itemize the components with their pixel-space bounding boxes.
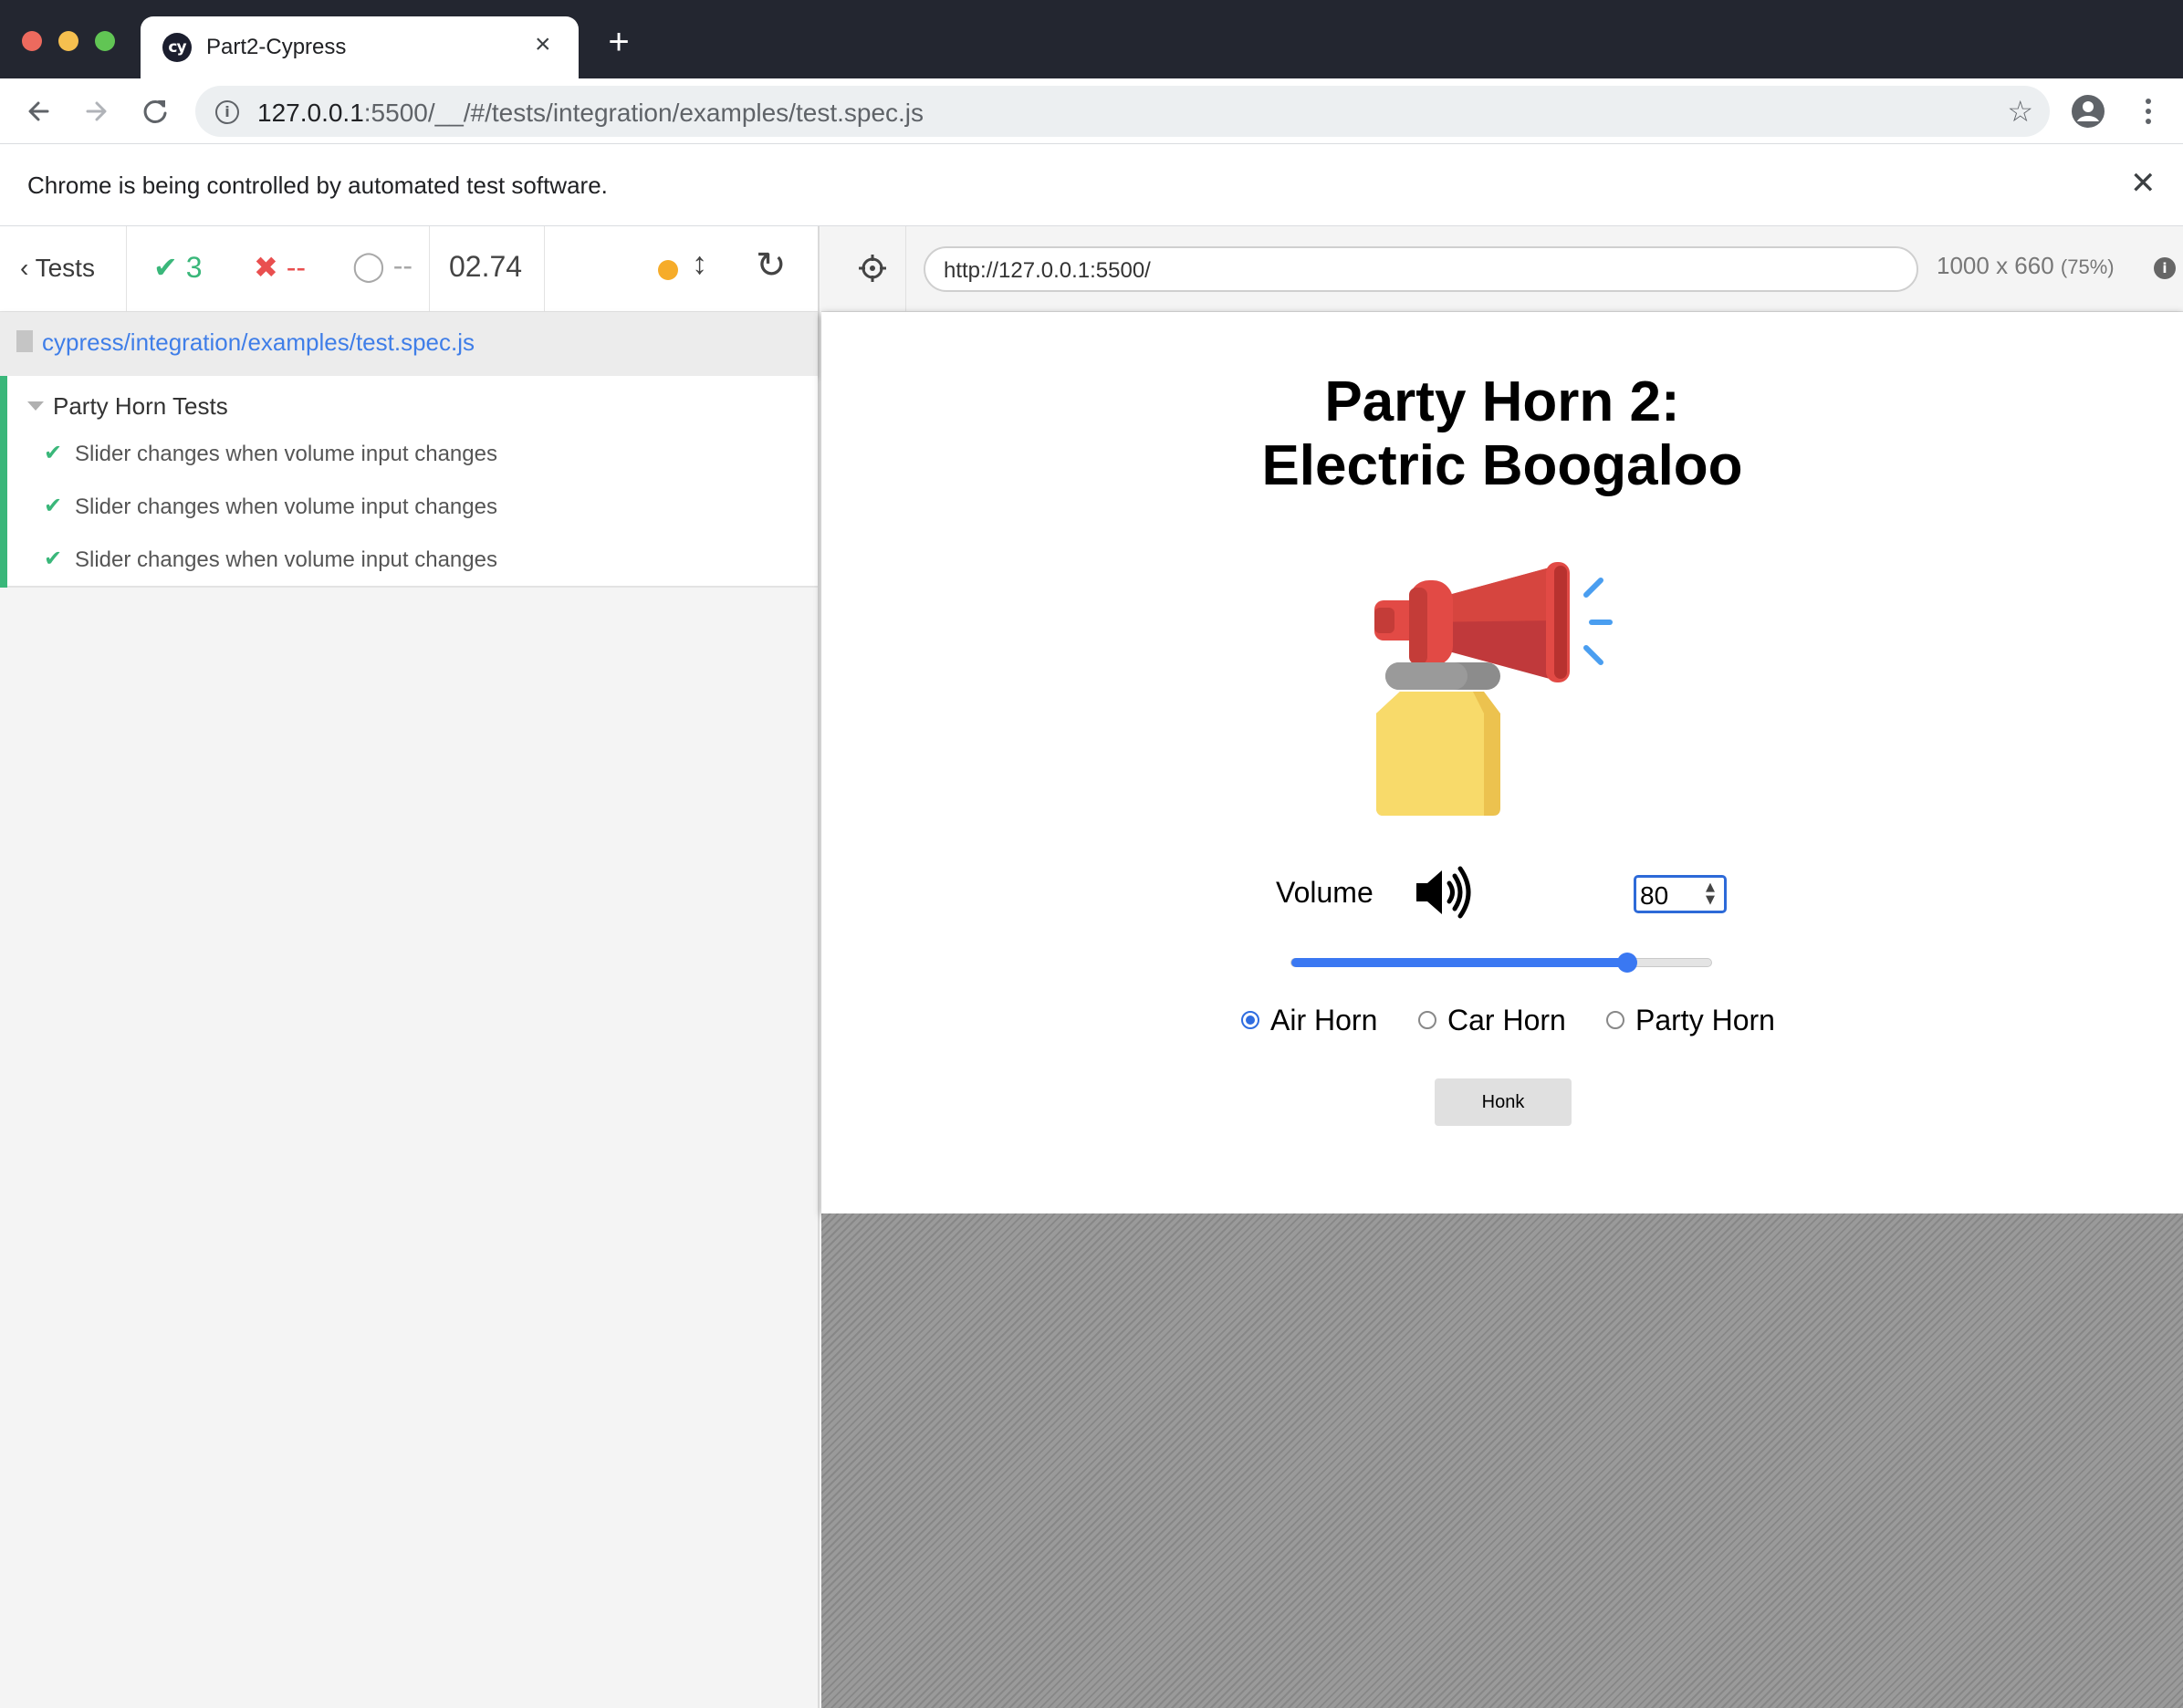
header-divider <box>544 226 545 312</box>
failed-count: ✖ -- <box>254 250 306 285</box>
aut-url-field[interactable]: http://127.0.0.1:5500/ <box>924 246 1918 292</box>
crosshair-icon[interactable] <box>858 254 887 283</box>
volume-label: Volume <box>1276 876 1374 909</box>
auto-scroll-toggle-icon[interactable]: ↕ <box>692 246 707 282</box>
stepper-arrows-icon[interactable]: ▲ ▼ <box>1706 881 1715 907</box>
star-icon[interactable]: ☆ <box>2007 97 2033 126</box>
test-title: Slider changes when volume input changes <box>75 495 497 519</box>
arrow-left-icon[interactable] <box>20 93 57 130</box>
cypress-favicon-icon: cy <box>162 33 192 62</box>
header-divider <box>126 226 127 312</box>
arrow-right-icon[interactable] <box>78 93 115 130</box>
header-divider <box>429 226 430 312</box>
info-icon[interactable]: i <box>2154 257 2176 279</box>
runner-header: ‹ Tests ✔ 3 ✖ -- ◯ -- 02.74 ↕ ↻ <box>0 226 818 312</box>
spec-file-bar: cypress/integration/examples/test.spec.j… <box>0 312 818 376</box>
check-icon: ✔ <box>153 251 186 284</box>
test-row[interactable]: ✔ Slider changes when volume input chang… <box>0 429 818 480</box>
tab-title: Part2-Cypress <box>206 35 347 59</box>
infobar-message: Chrome is being controlled by automated … <box>27 172 608 199</box>
url-path: :5500/__/#/tests/integration/examples/te… <box>363 99 924 127</box>
screen: cy Part2-Cypress × + i 127.0.0.1:5500/__… <box>0 0 2183 1708</box>
volume-number-input[interactable]: 80 ▲ ▼ <box>1634 875 1727 913</box>
aut-header: http://127.0.0.1:5500/ 1000 x 660 (75%) … <box>821 226 2183 312</box>
test-title: Slider changes when volume input changes <box>75 547 497 572</box>
close-window-button[interactable] <box>22 31 42 51</box>
radio-circle-icon[interactable] <box>1606 1011 1624 1029</box>
address-url: 127.0.0.1:5500/__/#/tests/integration/ex… <box>257 99 924 128</box>
passed-count-value: 3 <box>185 251 203 284</box>
volume-slider-thumb[interactable] <box>1617 953 1637 973</box>
check-icon: ✔ <box>44 441 63 465</box>
viewport-size: 1000 x 660 (75%) <box>1937 252 2115 280</box>
page-title-line-1: Party Horn 2: <box>1324 370 1680 433</box>
browser-toolbar: i 127.0.0.1:5500/__/#/tests/integration/… <box>0 78 2183 144</box>
aut-url-text: http://127.0.0.1:5500/ <box>944 258 1151 283</box>
test-title: Slider changes when volume input changes <box>75 442 497 466</box>
pending-circle-icon: ◯ <box>352 249 393 282</box>
honk-button[interactable]: Honk <box>1435 1078 1572 1126</box>
check-icon: ✔ <box>44 547 63 571</box>
status-dot-icon <box>658 260 678 280</box>
kebab-menu-icon[interactable] <box>2130 93 2167 130</box>
pending-count-value: -- <box>392 249 413 282</box>
close-icon[interactable]: ✕ <box>2130 168 2157 199</box>
chevron-left-icon: ‹ <box>20 254 36 282</box>
cypress-runner-panel: ‹ Tests ✔ 3 ✖ -- ◯ -- 02.74 ↕ ↻ cypress/… <box>0 226 820 1708</box>
browser-tab[interactable]: cy Part2-Cypress × <box>141 16 579 78</box>
suite-title[interactable]: Party Horn Tests <box>53 392 228 421</box>
header-divider <box>905 226 906 312</box>
maximize-window-button[interactable] <box>95 31 115 51</box>
volume-slider-fill <box>1291 958 1627 967</box>
test-row[interactable]: ✔ Slider changes when volume input chang… <box>0 482 818 533</box>
address-bar[interactable]: i 127.0.0.1:5500/__/#/tests/integration/… <box>195 86 2050 137</box>
air-horn-icon <box>1374 562 1613 816</box>
aut-background <box>821 1213 2183 1708</box>
file-icon <box>16 330 33 352</box>
pending-count: ◯ -- <box>352 248 413 283</box>
tests-back-label: Tests <box>35 254 95 282</box>
tests-back-button[interactable]: ‹ Tests <box>20 254 95 283</box>
viewport-scale: (75%) <box>2060 255 2115 278</box>
run-duration: 02.74 <box>449 250 523 283</box>
failed-count-value: -- <box>286 251 307 284</box>
viewport-size-value: 1000 x 660 <box>1937 252 2054 279</box>
radio-label: Air Horn <box>1270 1004 1378 1036</box>
volume-slider[interactable] <box>1290 953 1712 973</box>
radio-label: Car Horn <box>1447 1004 1566 1036</box>
check-icon: ✔ <box>44 494 63 518</box>
test-suite: Party Horn Tests ✔ Slider changes when v… <box>0 376 818 588</box>
radio-circle-icon[interactable] <box>1241 1011 1259 1029</box>
radio-circle-icon[interactable] <box>1418 1011 1436 1029</box>
account-icon[interactable] <box>2070 93 2106 130</box>
cross-icon: ✖ <box>254 251 287 284</box>
close-icon[interactable]: × <box>535 30 551 59</box>
plus-icon[interactable]: + <box>602 24 635 60</box>
passed-count: ✔ 3 <box>153 250 203 285</box>
volume-number-value: 80 <box>1640 881 1669 910</box>
minimize-window-button[interactable] <box>58 31 78 51</box>
test-row[interactable]: ✔ Slider changes when volume input chang… <box>0 535 818 586</box>
page-title-line-2: Electric Boogaloo <box>1261 434 1743 497</box>
rerun-icon[interactable]: ↻ <box>756 245 787 286</box>
spec-file-link[interactable]: cypress/integration/examples/test.spec.j… <box>42 328 475 357</box>
automation-infobar: Chrome is being controlled by automated … <box>0 144 2183 226</box>
info-icon[interactable]: i <box>215 100 239 124</box>
caret-down-icon[interactable] <box>27 401 44 411</box>
reload-icon[interactable] <box>137 93 173 130</box>
aut-iframe: Party Horn 2: Electric Boogaloo Volume 8… <box>821 312 2183 1213</box>
url-host: 127.0.0.1 <box>257 99 364 127</box>
browser-tab-bar: cy Part2-Cypress × + <box>0 0 2183 78</box>
page-title: Party Horn 2: Electric Boogaloo <box>821 370 2183 498</box>
speaker-icon <box>1416 866 1471 919</box>
radio-label: Party Horn <box>1635 1004 1775 1036</box>
